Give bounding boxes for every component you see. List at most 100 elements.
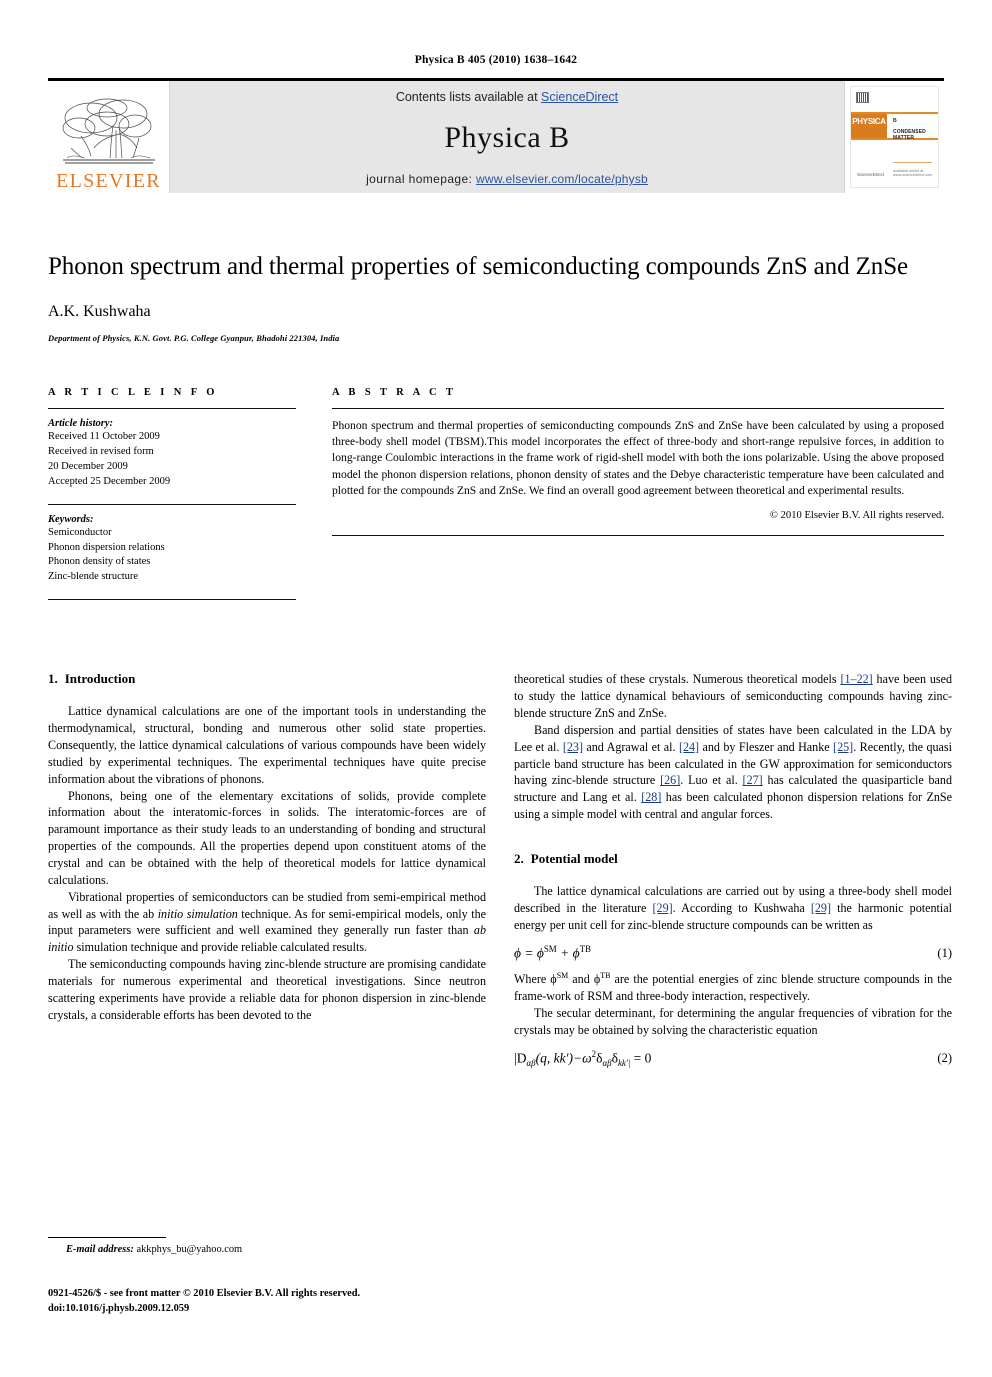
issn-copyright-line: 0921-4526/$ - see front matter © 2010 El…: [48, 1288, 361, 1299]
abstract-heading: A B S T R A C T: [332, 387, 457, 398]
email-link[interactable]: akkphys_bu@yahoo.com: [136, 1244, 242, 1255]
abstract-text: Phonon spectrum and thermal properties o…: [332, 419, 944, 497]
equation-2-number: (2): [937, 1051, 952, 1066]
equation-2: |Dαβ(q, kk′)−ω2δαβδkk′| = 0 (2): [514, 1049, 952, 1068]
subscript: αβ: [602, 1057, 612, 1068]
equation-1-body: ϕ = ϕSM + ϕTB: [514, 944, 591, 962]
paragraph: Band dispersion and partial densities of…: [514, 722, 952, 823]
text-run: Where ϕ: [514, 972, 557, 987]
paragraph: The semiconducting compounds having zinc…: [48, 957, 486, 1022]
section-heading-potential-model: 2. Potential model: [514, 851, 952, 867]
equation-2-body: |Dαβ(q, kk′)−ω2δαβδkk′| = 0: [514, 1049, 651, 1068]
elsevier-tree-icon: [62, 98, 155, 164]
elsevier-wordmark: ELSEVIER: [56, 170, 161, 192]
paragraph: The lattice dynamical calculations are c…: [514, 883, 952, 934]
citation-link[interactable]: [23]: [563, 740, 583, 754]
cover-brand: PHYSICA: [851, 114, 887, 138]
article-info-rule: [48, 408, 296, 409]
cover-inner: PHYSICA B CONDENSED MATTER ScienceDirect…: [850, 86, 939, 188]
history-item: Received in revised form: [48, 445, 154, 457]
right-column: theoretical studies of these crystals. N…: [514, 671, 952, 1076]
equation-1-number: (1): [937, 946, 952, 961]
abstract-column: A B S T R A C T Phonon spectrum and ther…: [332, 387, 944, 609]
citation-link[interactable]: [26]: [660, 773, 680, 787]
contents-available-line: Contents lists available at ScienceDirec…: [396, 90, 618, 104]
keyword-item: Semiconductor: [48, 526, 112, 538]
keywords-rule: [48, 503, 296, 505]
text-run: + ϕ: [556, 945, 580, 961]
footnote-rule: [48, 1237, 166, 1238]
elsevier-logo: ELSEVIER: [48, 81, 170, 193]
history-item: 20 December 2009: [48, 460, 128, 472]
keyword-item: Phonon density of states: [48, 556, 151, 568]
journal-homepage-link[interactable]: www.elsevier.com/locate/physb: [476, 172, 648, 186]
text-run: = 0: [630, 1050, 652, 1066]
cover-barcode-icon: [856, 92, 869, 103]
paragraph: The secular determinant, for determining…: [514, 1005, 952, 1037]
running-head: Physica B 405 (2010) 1638–1642: [414, 54, 578, 66]
author-name: A.K. Kushwaha: [48, 303, 151, 320]
keyword-item: Zinc-blende structure: [48, 571, 139, 583]
history-item: Accepted 25 December 2009: [48, 475, 171, 487]
text-run: theoretical studies of these crystals. N…: [514, 672, 841, 687]
abstract-copyright: © 2010 Elsevier B.V. All rights reserved…: [769, 510, 944, 522]
journal-banner: ELSEVIER Contents lists available at Sci…: [48, 78, 944, 193]
text-run: (q, kk′)−ω: [535, 1050, 592, 1066]
text-run: and by Fleszer and Hanke: [699, 739, 834, 754]
superscript: TB: [600, 971, 611, 981]
superscript: TB: [579, 943, 591, 954]
text-run: . According to Kushwaha: [672, 900, 811, 915]
paragraph: Where ϕSM and ϕTB are the potential ener…: [514, 970, 952, 1005]
section-title: Introduction: [64, 671, 136, 687]
text-run: |D: [514, 1050, 527, 1066]
homepage-prefix: journal homepage:: [366, 172, 477, 186]
paragraph: Vibrational properties of semiconductors…: [48, 889, 486, 956]
sciencedirect-link[interactable]: ScienceDirect: [541, 90, 618, 104]
paragraph: Lattice dynamical calculations are one o…: [48, 704, 486, 786]
superscript: SM: [543, 943, 557, 954]
section-number: 1.: [48, 671, 58, 687]
citation-link[interactable]: [28]: [641, 790, 661, 804]
keyword-item: Phonon dispersion relations: [48, 541, 165, 553]
article-info-column: A R T I C L E I N F O Article history: R…: [48, 387, 296, 609]
italic-term: initio simulation: [157, 906, 238, 921]
citation-link[interactable]: [1–22]: [840, 672, 872, 686]
citation-link[interactable]: [24]: [679, 740, 699, 754]
equation-1: ϕ = ϕSM + ϕTB (1): [514, 944, 952, 962]
keywords-bottom-rule: [48, 599, 296, 601]
body-columns: 1. Introduction Lattice dynamical calcula…: [48, 671, 952, 1076]
abstract-rule: [332, 408, 944, 409]
article-history-label: Article history:: [48, 418, 114, 429]
title-block: Phonon spectrum and thermal properties o…: [48, 251, 936, 343]
citation-link[interactable]: [29]: [811, 901, 831, 915]
citation-link[interactable]: [29]: [653, 901, 673, 915]
article-page: Physica B 405 (2010) 1638–1642 ELSEVIER …: [0, 54, 992, 1377]
paragraph: theoretical studies of these crystals. N…: [514, 671, 952, 722]
text-run: simulation technique and provide reliabl…: [73, 940, 368, 955]
cover-footer-note: available online at www.sciencedirect.co…: [893, 169, 933, 177]
left-column: 1. Introduction Lattice dynamical calcula…: [48, 671, 486, 1076]
text-run: . Luo et al.: [680, 773, 743, 788]
article-info-heading: A R T I C L E I N F O: [48, 387, 218, 398]
text-run: and ϕ: [568, 972, 601, 987]
imprint-block: 0921-4526/$ - see front matter © 2010 El…: [48, 1286, 518, 1316]
text-run: and Agrawal et al.: [582, 739, 679, 754]
journal-title: Physica B: [444, 121, 570, 154]
citation-link[interactable]: [27]: [743, 773, 763, 787]
history-item: Received 11 October 2009: [48, 431, 160, 442]
footnote-block: E-mail address: akkphys_bu@yahoo.com: [48, 1237, 486, 1255]
section-heading-introduction: 1. Introduction: [48, 671, 486, 687]
keywords-label: Keywords:: [48, 513, 94, 525]
author-affiliation: Department of Physics, K.N. Govt. P.G. C…: [48, 333, 340, 343]
superscript: SM: [556, 971, 569, 981]
cover-volume-mark: B: [893, 118, 897, 124]
email-label: E-mail address:: [66, 1244, 134, 1255]
journal-cover-thumbnail: PHYSICA B CONDENSED MATTER ScienceDirect…: [844, 81, 944, 193]
cover-sciencedirect-logo: ScienceDirect: [857, 172, 885, 178]
citation-link[interactable]: [25]: [833, 740, 853, 754]
cover-subtitle: CONDENSED MATTER: [893, 129, 926, 141]
doi-line: doi:10.1016/j.physb.2009.12.059: [48, 1303, 190, 1315]
info-abstract-row: A R T I C L E I N F O Article history: R…: [48, 387, 944, 609]
